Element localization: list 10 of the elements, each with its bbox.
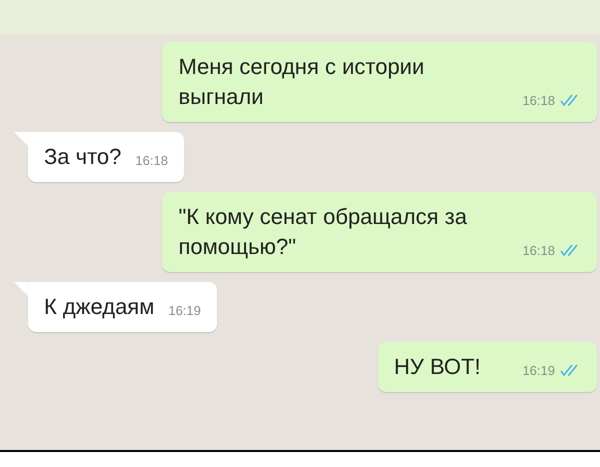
message-text: Меня сегодня с истории выгнали xyxy=(178,53,426,111)
message-text: НУ ВОТ! xyxy=(394,353,481,381)
message-time: 16:18 xyxy=(522,242,555,260)
message-time: 16:18 xyxy=(522,92,555,110)
message-time: 16:19 xyxy=(168,302,201,320)
message-text: К джедаям xyxy=(44,293,154,321)
message-text: За что? xyxy=(44,143,122,171)
message-text: "К кому сенат обращался за помощью?" xyxy=(178,203,468,261)
message-time: 16:18 xyxy=(135,152,168,170)
message-time: 16:19 xyxy=(522,362,555,380)
